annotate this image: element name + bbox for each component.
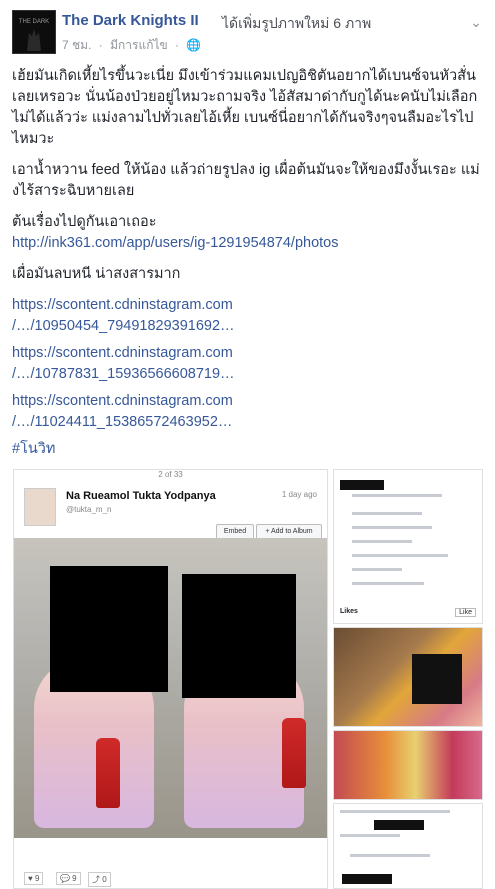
- comment-line: [352, 582, 424, 585]
- instagram-link-3[interactable]: https://scontent.cdninstagram.com: [12, 391, 482, 412]
- globe-icon: 🌐: [186, 38, 202, 52]
- comment-line: [350, 854, 430, 857]
- svg-text:THE DARK: THE DARK: [19, 19, 49, 25]
- comment-line: [352, 568, 402, 571]
- comment-line: [340, 810, 450, 813]
- post-body: เฮ้ยมันเกิดเหี้ยไรขึ้นวะเนี่ย มึงเข้าร่ว…: [12, 66, 482, 470]
- instagram-link-2[interactable]: https://scontent.cdninstagram.com: [12, 343, 482, 364]
- like-button[interactable]: Like: [455, 608, 476, 617]
- post-meta: 7 ชม. · มีการแก้ไข · 🌐: [62, 36, 205, 55]
- instagram-header: Na Rueamol Tukta Yodpanya @tukta_m_n 1 d…: [14, 480, 327, 540]
- photo-grid: 2 of 33 Na Rueamol Tukta Yodpanya @tukta…: [13, 469, 483, 889]
- instagram-username: @tukta_m_n: [66, 505, 112, 514]
- redaction-box: [182, 574, 296, 698]
- instagram-link-1[interactable]: https://scontent.cdninstagram.com: [12, 295, 482, 316]
- instagram-link-2-path[interactable]: /…/10787831_15936566608719…: [12, 364, 482, 385]
- instagram-name: Na Rueamol Tukta Yodpanya: [66, 490, 216, 502]
- comment-line: [352, 494, 442, 497]
- comment-line: [352, 540, 412, 543]
- side-photo-2[interactable]: [333, 627, 483, 727]
- page-name-link[interactable]: The Dark Knights II: [62, 12, 199, 29]
- post-paragraph-2: เอาน้ำหวาน feed ให้น้อง แล้วถ่ายรูปลง ig…: [12, 162, 480, 199]
- reposts-count: ⤴ 0: [88, 872, 111, 887]
- redaction-box: [340, 480, 384, 490]
- post-action-text: ได้เพิ่มรูปภาพใหม่ 6 ภาพ: [222, 15, 372, 31]
- photo-counter: 2 of 33: [158, 470, 183, 479]
- side-photo-3[interactable]: [333, 730, 483, 800]
- separator: ·: [175, 38, 180, 52]
- comment-line: [340, 834, 400, 837]
- redaction-box: [50, 566, 168, 692]
- page-avatar[interactable]: THE DARK: [12, 10, 56, 54]
- main-photo[interactable]: 2 of 33 Na Rueamol Tukta Yodpanya @tukta…: [13, 469, 328, 889]
- instagram-link-3-path[interactable]: /…/11024411_15386572463952…: [12, 412, 482, 433]
- instagram-avatar: [24, 488, 56, 526]
- side-photo-1[interactable]: Likes Like: [333, 469, 483, 624]
- facebook-post: THE DARK The Dark Knights II ได้เพิ่มรูป…: [0, 0, 495, 889]
- instagram-time: 1 day ago: [281, 490, 317, 499]
- likes-label: Likes: [340, 608, 358, 615]
- side-photo-4[interactable]: [333, 803, 483, 889]
- separator: ·: [98, 38, 103, 52]
- post-paragraph-3: ต้นเรื่องไปดูกันเอาเถอะ: [12, 214, 157, 230]
- chevron-down-icon[interactable]: ⌄: [470, 14, 482, 31]
- instagram-link-1-path[interactable]: /…/10950454_79491829391692…: [12, 316, 482, 337]
- post-time[interactable]: 7 ชม.: [62, 38, 91, 52]
- instagram-footer: ♥ 9 💬 9 ⤴ 0: [14, 838, 327, 888]
- redaction-box: [374, 820, 424, 830]
- redaction-box: [412, 654, 462, 704]
- redaction-box: [342, 874, 392, 884]
- post-header: THE DARK The Dark Knights II ได้เพิ่มรูป…: [12, 10, 482, 54]
- batman-logo-icon: THE DARK: [13, 11, 55, 53]
- ink361-link[interactable]: http://ink361.com/app/users/ig-129195487…: [12, 233, 482, 254]
- comment-line: [352, 512, 422, 515]
- post-paragraph-1: เฮ้ยมันเกิดเหี้ยไรขึ้นวะเนี่ย มึงเข้าร่ว…: [12, 68, 478, 147]
- likes-count: ♥ 9: [24, 872, 44, 885]
- hashtag-link[interactable]: #โนวิท: [12, 441, 55, 457]
- children-photo: [14, 538, 327, 838]
- post-paragraph-4: เผื่อมันลบหนี น่าสงสารมาก: [12, 266, 181, 282]
- edited-label[interactable]: มีการแก้ไข: [110, 38, 168, 52]
- comment-line: [352, 554, 448, 557]
- drink-bottle: [282, 718, 306, 788]
- comment-line: [352, 526, 432, 529]
- drink-bottle: [96, 738, 120, 808]
- comments-count: 💬 9: [56, 872, 81, 885]
- photo-topbar: 2 of 33: [14, 470, 327, 480]
